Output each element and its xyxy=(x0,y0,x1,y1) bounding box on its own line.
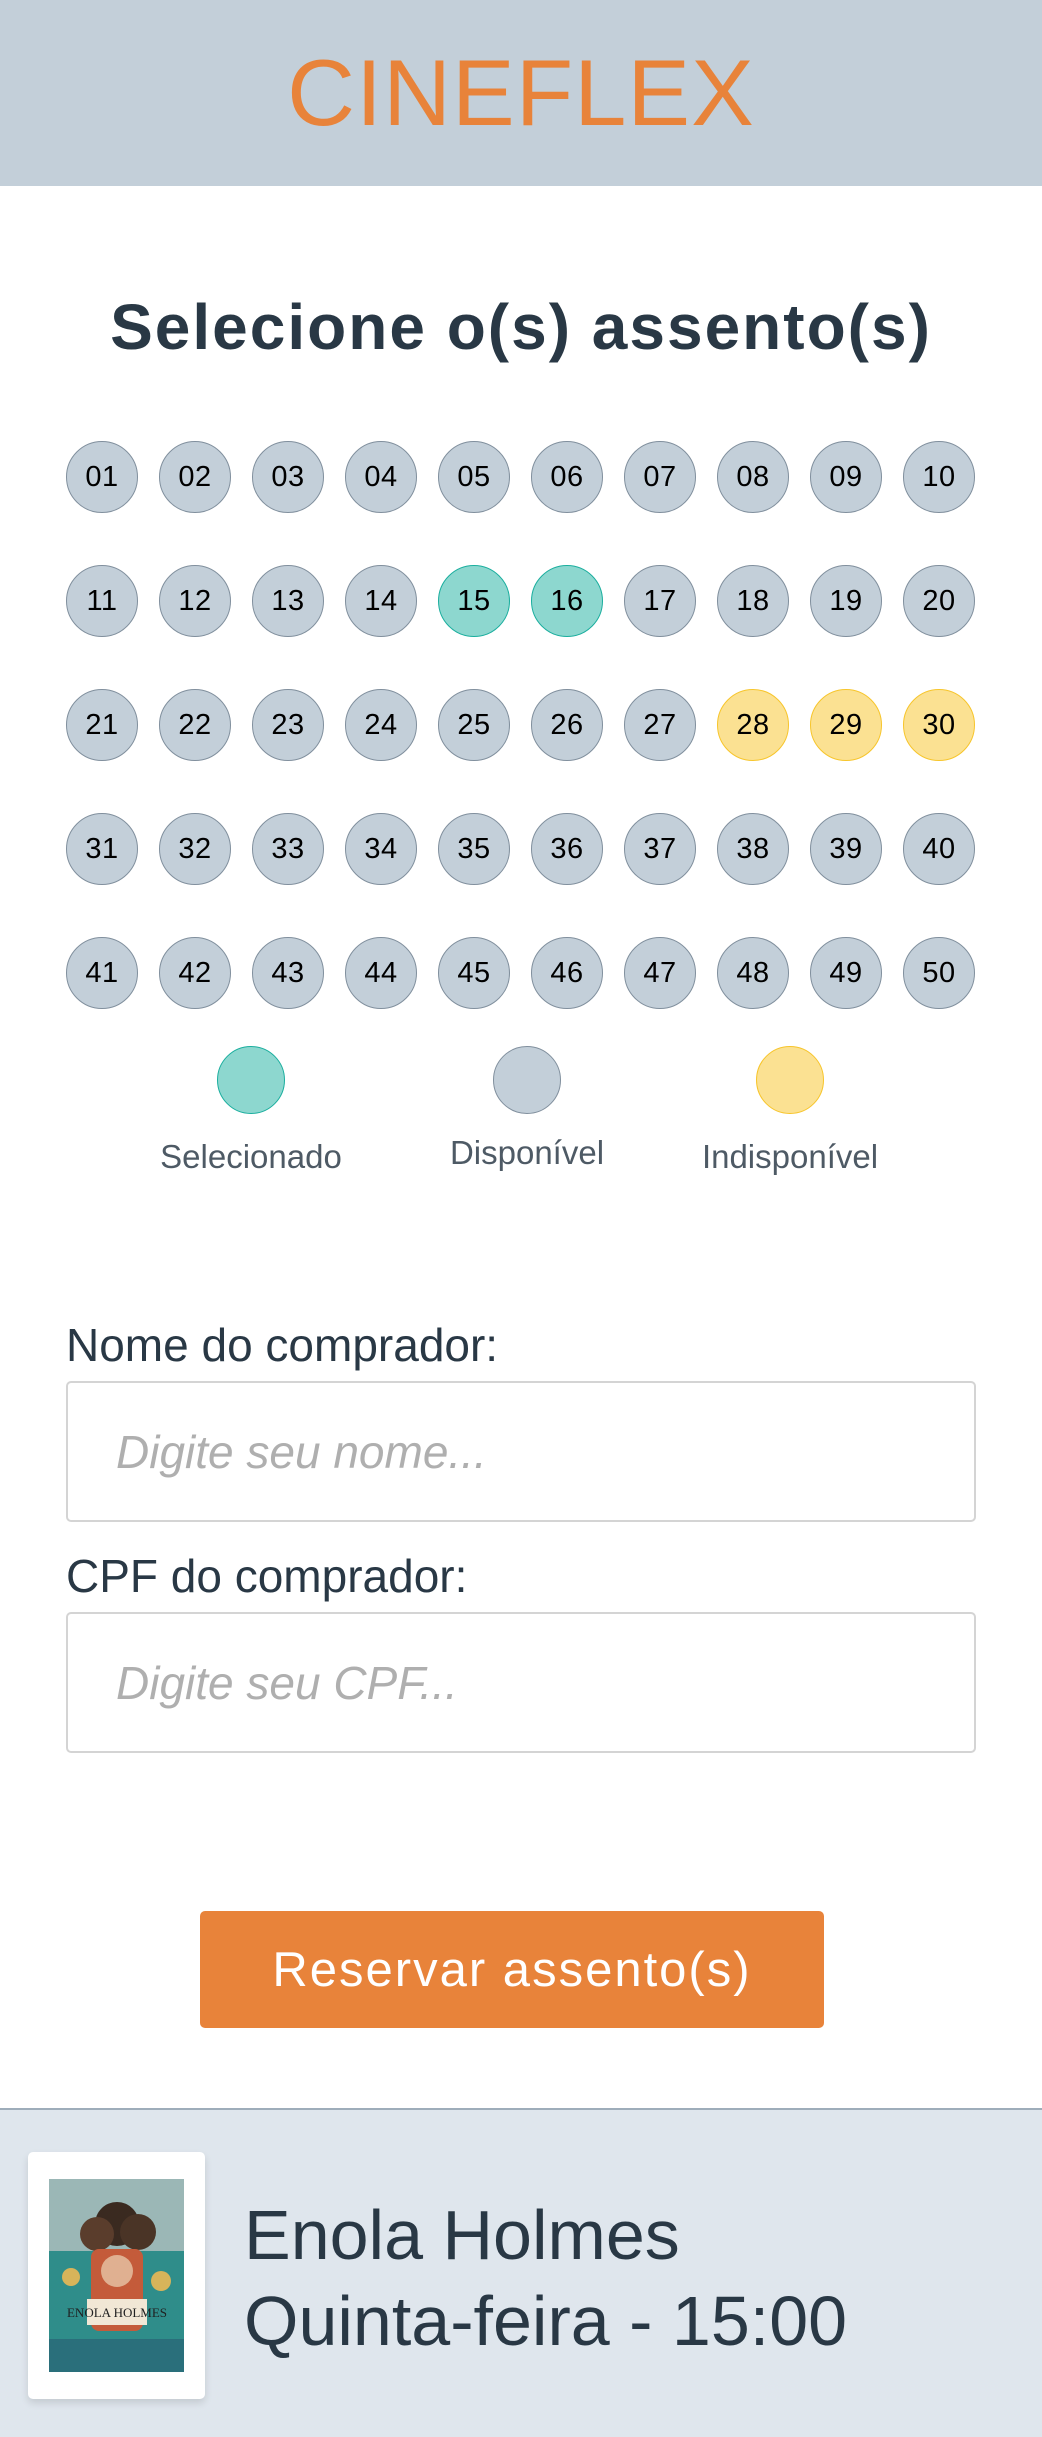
seat-04[interactable]: 04 xyxy=(345,441,417,513)
seat-45[interactable]: 45 xyxy=(438,937,510,1009)
seat-10[interactable]: 10 xyxy=(903,441,975,513)
session-time: Quinta-feira - 15:00 xyxy=(244,2282,848,2360)
seat-03[interactable]: 03 xyxy=(252,441,324,513)
seat-47[interactable]: 47 xyxy=(624,937,696,1009)
seat-36[interactable]: 36 xyxy=(531,813,603,885)
unavailable-seat-swatch xyxy=(756,1046,824,1114)
seat-05[interactable]: 05 xyxy=(438,441,510,513)
seat-42[interactable]: 42 xyxy=(159,937,231,1009)
seat-15[interactable]: 15 xyxy=(438,565,510,637)
seat-43[interactable]: 43 xyxy=(252,937,324,1009)
svg-text:ENOLA HOLMES: ENOLA HOLMES xyxy=(67,2305,167,2320)
seat-39[interactable]: 39 xyxy=(810,813,882,885)
seat-22[interactable]: 22 xyxy=(159,689,231,761)
movie-poster: ENOLA HOLMES xyxy=(28,2152,205,2399)
seat-21[interactable]: 21 xyxy=(66,689,138,761)
seat-08[interactable]: 08 xyxy=(717,441,789,513)
seat-12[interactable]: 12 xyxy=(159,565,231,637)
seat-46[interactable]: 46 xyxy=(531,937,603,1009)
seat-30: 30 xyxy=(903,689,975,761)
selected-seat-swatch xyxy=(217,1046,285,1114)
legend-selected-label: Selecionado xyxy=(160,1138,342,1175)
seat-44[interactable]: 44 xyxy=(345,937,417,1009)
seat-31[interactable]: 31 xyxy=(66,813,138,885)
seat-13[interactable]: 13 xyxy=(252,565,324,637)
seat-24[interactable]: 24 xyxy=(345,689,417,761)
legend-available-label: Disponível xyxy=(449,1134,605,1171)
seat-11[interactable]: 11 xyxy=(66,565,138,637)
buyer-name-input[interactable] xyxy=(66,1381,976,1522)
seat-20[interactable]: 20 xyxy=(903,565,975,637)
legend-unavailable-label: Indisponível xyxy=(701,1138,879,1175)
seat-35[interactable]: 35 xyxy=(438,813,510,885)
movie-info: Enola Holmes Quinta-feira - 15:00 xyxy=(244,2192,847,2364)
seat-49[interactable]: 49 xyxy=(810,937,882,1009)
seat-01[interactable]: 01 xyxy=(66,441,138,513)
movie-poster-icon: ENOLA HOLMES xyxy=(49,2179,184,2372)
seat-16[interactable]: 16 xyxy=(531,565,603,637)
reserve-seats-button[interactable]: Reservar assento(s) xyxy=(200,1911,824,2028)
legend-unavailable: Indisponível xyxy=(680,1046,900,1176)
seat-09[interactable]: 09 xyxy=(810,441,882,513)
seat-32[interactable]: 32 xyxy=(159,813,231,885)
seat-grid: 01 02 03 04 05 06 07 08 09 10 11 12 13 14 15 16 17 18 19 20… xyxy=(66,441,976,1009)
seat-23[interactable]: 23 xyxy=(252,689,324,761)
seat-48[interactable]: 48 xyxy=(717,937,789,1009)
seat-25[interactable]: 25 xyxy=(438,689,510,761)
session-footer: ENOLA HOLMES Enola Holmes Quinta-feira -… xyxy=(0,2108,1042,2437)
seat-legend: Selecionado Disponível Indisponível xyxy=(0,1046,1042,1186)
seat-38[interactable]: 38 xyxy=(717,813,789,885)
seat-41[interactable]: 41 xyxy=(66,937,138,1009)
seat-29: 29 xyxy=(810,689,882,761)
available-seat-swatch xyxy=(493,1046,561,1114)
top-bar: CINEFLEX xyxy=(0,0,1042,186)
buyer-cpf-input[interactable] xyxy=(66,1612,976,1753)
page-title: Selecione o(s) assento(s) xyxy=(110,291,932,363)
seat-40[interactable]: 40 xyxy=(903,813,975,885)
seat-33[interactable]: 33 xyxy=(252,813,324,885)
seat-27[interactable]: 27 xyxy=(624,689,696,761)
seat-26[interactable]: 26 xyxy=(531,689,603,761)
legend-selected: Selecionado xyxy=(141,1046,361,1176)
legend-available: Disponível xyxy=(417,1046,637,1172)
seat-50[interactable]: 50 xyxy=(903,937,975,1009)
seat-18[interactable]: 18 xyxy=(717,565,789,637)
buyer-name-label: Nome do comprador: xyxy=(66,1319,499,1371)
seat-14[interactable]: 14 xyxy=(345,565,417,637)
seat-06[interactable]: 06 xyxy=(531,441,603,513)
buyer-cpf-label: CPF do comprador: xyxy=(66,1550,468,1602)
seat-07[interactable]: 07 xyxy=(624,441,696,513)
seat-02[interactable]: 02 xyxy=(159,441,231,513)
movie-title: Enola Holmes xyxy=(244,2196,680,2274)
seat-28: 28 xyxy=(717,689,789,761)
brand-logo[interactable]: CINEFLEX xyxy=(287,39,755,147)
seat-17[interactable]: 17 xyxy=(624,565,696,637)
seat-37[interactable]: 37 xyxy=(624,813,696,885)
seat-19[interactable]: 19 xyxy=(810,565,882,637)
seat-34[interactable]: 34 xyxy=(345,813,417,885)
